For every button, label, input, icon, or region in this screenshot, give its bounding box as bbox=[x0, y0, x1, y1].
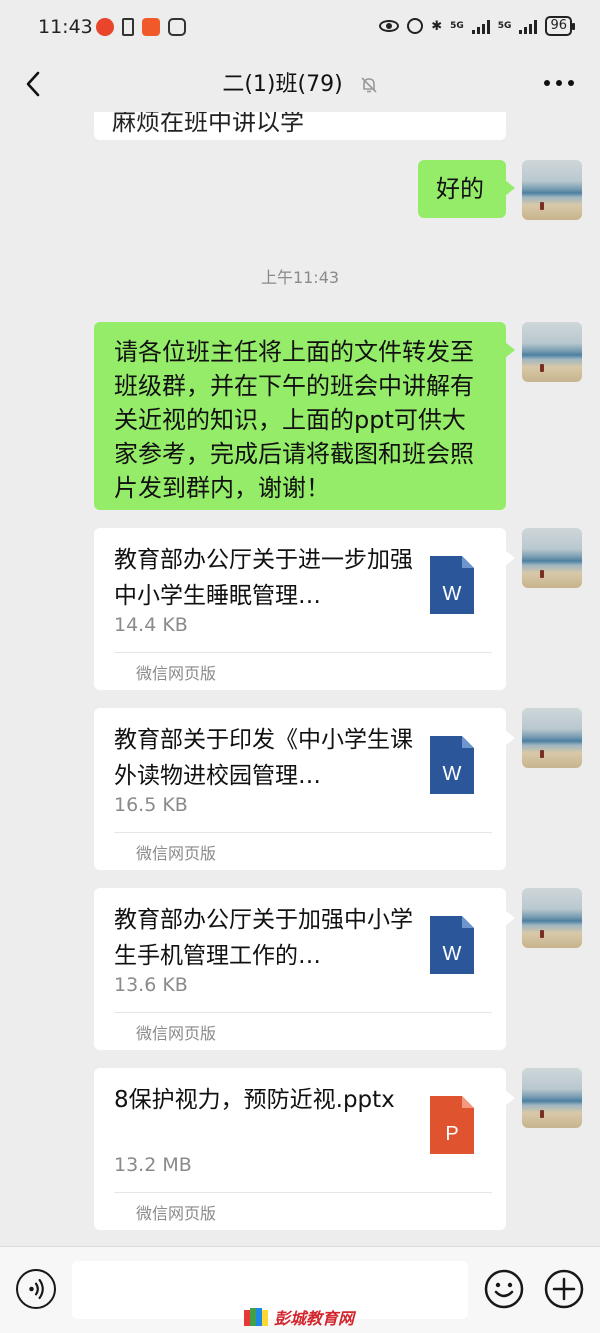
message-bubble-partial[interactable]: 麻烦在班中讲以学 bbox=[94, 112, 506, 140]
status-bar: 11:43 ✱ 5G 5G 96 bbox=[0, 0, 600, 56]
file-name: 教育部办公厅关于加强中小学生手机管理工作的… bbox=[114, 907, 413, 969]
chat-title: 二(1)班(79) bbox=[222, 72, 343, 97]
powerpoint-document-icon: P bbox=[430, 1096, 474, 1154]
chat-messages[interactable]: 麻烦在班中讲以学 好的 上午11:43 请各位班主任将上面的文件转发至班级群，并… bbox=[0, 112, 600, 1246]
divider bbox=[114, 1192, 492, 1193]
plus-circle-icon[interactable] bbox=[544, 1269, 584, 1309]
watermark-text: 彭城教育网 bbox=[274, 1309, 355, 1328]
file-message-card[interactable]: 教育部关于印发《中小学生课外读物进校园管理… 16.5 KB W 微信网页版 bbox=[94, 708, 515, 870]
chat-title-wrap: 二(1)班(79) bbox=[0, 66, 600, 98]
avatar[interactable] bbox=[522, 160, 582, 220]
sent-message-bubble[interactable]: 请各位班主任将上面的文件转发至班级群，并在下午的班会中讲解有关近视的知识，上面的… bbox=[94, 322, 515, 510]
word-document-icon: W bbox=[430, 736, 474, 794]
file-name: 8保护视力，预防近视.pptx bbox=[114, 1087, 395, 1113]
alarm-icon bbox=[407, 18, 424, 34]
file-source: 微信网页版 bbox=[136, 1024, 217, 1043]
bluetooth-icon: ✱ bbox=[431, 18, 443, 34]
avatar[interactable] bbox=[522, 322, 582, 382]
avatar[interactable] bbox=[522, 1068, 582, 1128]
network-label: 5G bbox=[497, 20, 512, 31]
hourglass-icon bbox=[122, 18, 134, 36]
divider bbox=[114, 1012, 492, 1013]
avatar[interactable] bbox=[522, 708, 582, 768]
eye-icon bbox=[379, 20, 400, 32]
message-text: 好的 bbox=[436, 175, 484, 203]
divider bbox=[114, 652, 492, 653]
file-size: 14.4 KB bbox=[114, 614, 188, 636]
signal-icon bbox=[471, 18, 490, 34]
status-time: 11:43 bbox=[38, 16, 93, 38]
file-name: 教育部关于印发《中小学生课外读物进校园管理… bbox=[114, 727, 413, 789]
word-document-icon: W bbox=[430, 556, 474, 614]
file-size: 13.2 MB bbox=[114, 1154, 192, 1176]
file-source: 微信网页版 bbox=[136, 664, 217, 683]
file-message-card[interactable]: 8保护视力，预防近视.pptx 13.2 MB P 微信网页版 bbox=[94, 1068, 515, 1230]
notification-icons bbox=[96, 18, 186, 36]
message-text: 麻烦在班中讲以学 bbox=[112, 112, 304, 136]
app-notification-icon bbox=[142, 18, 160, 36]
signal-icon bbox=[519, 18, 538, 34]
book-logo-icon bbox=[244, 1308, 268, 1326]
emoji-icon[interactable] bbox=[484, 1269, 524, 1309]
voice-icon[interactable] bbox=[16, 1269, 56, 1309]
avatar[interactable] bbox=[522, 528, 582, 588]
network-label: 5G bbox=[450, 20, 464, 31]
file-type-label: P bbox=[445, 1123, 458, 1145]
divider bbox=[114, 832, 492, 833]
more-horizontal-icon[interactable] bbox=[544, 80, 574, 86]
file-source: 微信网页版 bbox=[136, 844, 217, 863]
message-timestamp: 上午11:43 bbox=[260, 268, 340, 287]
file-message-card[interactable]: 教育部办公厅关于加强中小学生手机管理工作的… 13.6 KB W 微信网页版 bbox=[94, 888, 515, 1050]
file-message-card[interactable]: 教育部办公厅关于进一步加强中小学生睡眠管理… 14.4 KB W 微信网页版 bbox=[94, 528, 515, 690]
status-right: ✱ 5G 5G 96 bbox=[379, 16, 575, 36]
sent-message-bubble[interactable]: 好的 bbox=[418, 160, 515, 218]
file-source: 微信网页版 bbox=[136, 1204, 217, 1223]
message-text: 请各位班主任将上面的文件转发至班级群，并在下午的班会中讲解有关近视的知识，上面的… bbox=[114, 338, 474, 502]
file-size: 16.5 KB bbox=[114, 794, 188, 816]
battery-icon: 96 bbox=[545, 16, 575, 36]
word-document-icon: W bbox=[430, 916, 474, 974]
app-notification-icon bbox=[168, 18, 186, 36]
file-type-label: W bbox=[443, 763, 462, 785]
app-notification-icon bbox=[96, 18, 114, 36]
file-name: 教育部办公厅关于进一步加强中小学生睡眠管理… bbox=[114, 547, 413, 609]
file-type-label: W bbox=[443, 943, 462, 965]
file-type-label: W bbox=[443, 583, 462, 605]
watermark: 彭城教育网 bbox=[242, 1305, 354, 1329]
file-size: 13.6 KB bbox=[114, 974, 188, 996]
avatar[interactable] bbox=[522, 888, 582, 948]
chat-header: 二(1)班(79) bbox=[0, 56, 600, 112]
bell-off-icon bbox=[361, 77, 377, 93]
